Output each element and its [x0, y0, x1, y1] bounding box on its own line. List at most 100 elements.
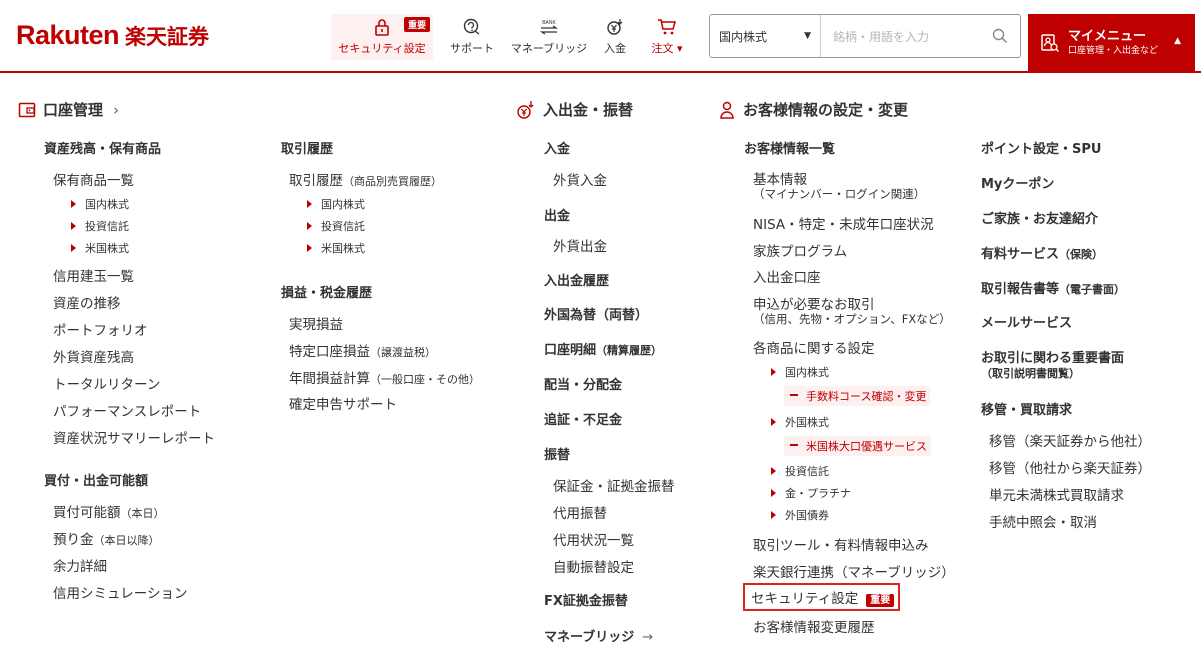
- heading-dividends[interactable]: 配当・分配金: [544, 374, 622, 393]
- nav-security-settings[interactable]: 重要 セキュリティ設定: [331, 14, 433, 60]
- link-note: （譲渡益税）: [370, 346, 436, 359]
- heading-margin-call[interactable]: 追証・不足金: [544, 409, 622, 428]
- link-us-large-service[interactable]: 米国株大口優遇サービス: [784, 436, 931, 456]
- link-margin-positions[interactable]: 信用建玉一覧: [53, 265, 134, 285]
- rakuten-logo[interactable]: Rakuten 楽天証券: [16, 20, 209, 51]
- link-margin-simulation[interactable]: 信用シミュレーション: [53, 582, 187, 602]
- link-history-us[interactable]: 米国株式: [307, 240, 365, 256]
- link-fx-withdraw[interactable]: 外貨出金: [553, 235, 607, 255]
- nav-support[interactable]: サポート: [446, 14, 498, 60]
- link-asset-trend[interactable]: 資産の推移: [53, 292, 121, 312]
- link-buying-power[interactable]: 買付可能額（本日）: [53, 501, 165, 521]
- link-settings-gold[interactable]: 金・プラチナ: [771, 485, 851, 501]
- link-margin-transfer[interactable]: 保証金・証拠金振替: [553, 475, 675, 495]
- link-specific-account-pl[interactable]: 特定口座損益（譲渡益税）: [289, 340, 436, 360]
- heading-transfer-request[interactable]: 移管・買取請求: [981, 399, 1072, 418]
- link-fee-course[interactable]: 手数料コース確認・変更: [784, 386, 931, 406]
- heading-customer-info-list[interactable]: お客様情報一覧: [744, 138, 835, 157]
- link-security-settings[interactable]: セキュリティ設定 重要: [743, 583, 901, 611]
- search-input[interactable]: 銘柄・用語を入力: [821, 15, 1020, 57]
- logo-text-jp: 楽天証券: [125, 25, 210, 49]
- link-tax-return-support[interactable]: 確定申告サポート: [289, 393, 397, 413]
- link-performance-report[interactable]: パフォーマンスレポート: [53, 400, 201, 420]
- link-paid-services[interactable]: 有料サービス（保険）: [981, 243, 1103, 262]
- link-rakuten-bank[interactable]: 楽天銀行連携（マネーブリッジ）: [753, 561, 955, 581]
- heading-buying-power[interactable]: 買付・出金可能額: [44, 470, 148, 489]
- link-fx-assets[interactable]: 外貨資産残高: [53, 346, 134, 366]
- search-category-select[interactable]: 国内株式 ▼: [710, 15, 821, 57]
- link-trade-history[interactable]: 取引履歴（商品別売買履歴）: [289, 169, 442, 189]
- important-badge: 重要: [403, 17, 430, 32]
- heading-cash-history[interactable]: 入出金履歴: [544, 270, 609, 289]
- link-transfer-in[interactable]: 移管（他社から楽天証券）: [989, 457, 1151, 477]
- link-product-settings[interactable]: 各商品に関する設定: [753, 337, 875, 357]
- link-fx-deposit[interactable]: 外貨入金: [553, 169, 607, 189]
- link-points-spu[interactable]: ポイント設定・SPU: [981, 138, 1101, 157]
- link-transfer-out[interactable]: 移管（楽天証券から他社）: [989, 430, 1151, 450]
- link-my-coupon[interactable]: Myクーポン: [981, 173, 1054, 192]
- chevron-right-icon: ›: [113, 100, 120, 119]
- link-surplus-details[interactable]: 余力詳細: [53, 555, 107, 575]
- heading-assets[interactable]: 資産残高・保有商品: [44, 138, 161, 157]
- link-basic-info[interactable]: 基本情報: [753, 168, 807, 188]
- nav-money-bridge[interactable]: BANK マネーブリッジ: [508, 14, 590, 60]
- link-label: 金・プラチナ: [785, 487, 851, 500]
- link-trading-tools[interactable]: 取引ツール・有料情報申込み: [753, 534, 929, 554]
- link-mail-service[interactable]: メールサービス: [981, 312, 1072, 331]
- nav-order[interactable]: 注文 ▾: [645, 14, 689, 60]
- heading-account-statement[interactable]: 口座明細（精算履歴）: [544, 339, 662, 358]
- section-account-management[interactable]: 口座管理 ›: [18, 99, 119, 120]
- link-change-history[interactable]: お客様情報変更履歴: [753, 616, 875, 636]
- link-label: 投資信託: [85, 220, 129, 233]
- link-label: 米国株式: [321, 242, 365, 255]
- link-substitute-transfer[interactable]: 代用振替: [553, 502, 607, 522]
- link-money-bridge[interactable]: マネーブリッジ →: [544, 626, 653, 645]
- heading-trade-history[interactable]: 取引履歴: [281, 138, 333, 157]
- search-bar: 国内株式 ▼ 銘柄・用語を入力: [709, 14, 1021, 58]
- link-nisa-status[interactable]: NISA・特定・未成年口座状況: [753, 213, 934, 233]
- heading-fx-exchange[interactable]: 外国為替（両替）: [544, 304, 648, 323]
- link-referral[interactable]: ご家族・お友達紹介: [981, 208, 1098, 227]
- link-auto-transfer[interactable]: 自動振替設定: [553, 556, 634, 576]
- link-trade-reports[interactable]: 取引報告書等（電子書面）: [981, 278, 1125, 297]
- heading-withdraw[interactable]: 出金: [544, 205, 570, 224]
- mymenu-button[interactable]: マイメニュー 口座管理・入出金など ▲: [1028, 14, 1195, 72]
- link-odd-lot-request[interactable]: 単元未満株式買取請求: [989, 484, 1124, 504]
- link-important-documents[interactable]: お取引に関わる重要書面: [981, 347, 1124, 366]
- bank-transfer-icon: BANK: [539, 20, 559, 35]
- heading-deposit[interactable]: 入金: [544, 138, 570, 157]
- nav-deposit[interactable]: 入金: [598, 14, 632, 60]
- link-annual-pl[interactable]: 年間損益計算（一般口座・その他）: [289, 367, 480, 387]
- link-deposits[interactable]: 預り金（本日以降）: [53, 528, 160, 548]
- link-label: 米国株大口優遇サービス: [806, 440, 927, 453]
- link-bank-account[interactable]: 入出金口座: [753, 266, 821, 286]
- link-label: 手数料コース確認・変更: [806, 390, 927, 403]
- link-applications[interactable]: 申込が必要なお取引: [753, 293, 875, 313]
- link-note: （電子書面）: [1059, 283, 1126, 296]
- link-holdings-funds[interactable]: 投資信託: [71, 218, 129, 234]
- link-realized-pl[interactable]: 実現損益: [289, 313, 343, 333]
- search-icon[interactable]: [992, 28, 1008, 44]
- link-asset-summary[interactable]: 資産状況サマリーレポート: [53, 427, 215, 447]
- link-history-domestic[interactable]: 国内株式: [307, 196, 365, 212]
- link-history-funds[interactable]: 投資信託: [307, 218, 365, 234]
- link-portfolio[interactable]: ポートフォリオ: [53, 319, 148, 339]
- link-settings-foreign-bond[interactable]: 外国債券: [771, 507, 829, 523]
- link-holdings-us[interactable]: 米国株式: [71, 240, 129, 256]
- support-chat-icon: [463, 18, 480, 35]
- heading-transfer[interactable]: 振替: [544, 444, 570, 463]
- link-holdings[interactable]: 保有商品一覧: [53, 169, 134, 189]
- link-settings-domestic[interactable]: 国内株式: [771, 364, 829, 380]
- link-settings-funds[interactable]: 投資信託: [771, 463, 829, 479]
- link-family-program[interactable]: 家族プログラム: [753, 240, 847, 260]
- link-substitute-status[interactable]: 代用状況一覧: [553, 529, 634, 549]
- link-procedures[interactable]: 手続中照会・取消: [989, 511, 1097, 531]
- link-label: 有料サービス: [981, 247, 1060, 262]
- account-wallet-icon: [18, 102, 36, 117]
- link-settings-foreign[interactable]: 外国株式: [771, 414, 829, 430]
- heading-fx-margin-transfer[interactable]: FX証拠金振替: [544, 590, 628, 609]
- link-label: 米国株式: [85, 242, 129, 255]
- heading-pl-tax[interactable]: 損益・税金履歴: [281, 282, 372, 301]
- link-total-return[interactable]: トータルリターン: [53, 373, 160, 393]
- link-holdings-domestic[interactable]: 国内株式: [71, 196, 129, 212]
